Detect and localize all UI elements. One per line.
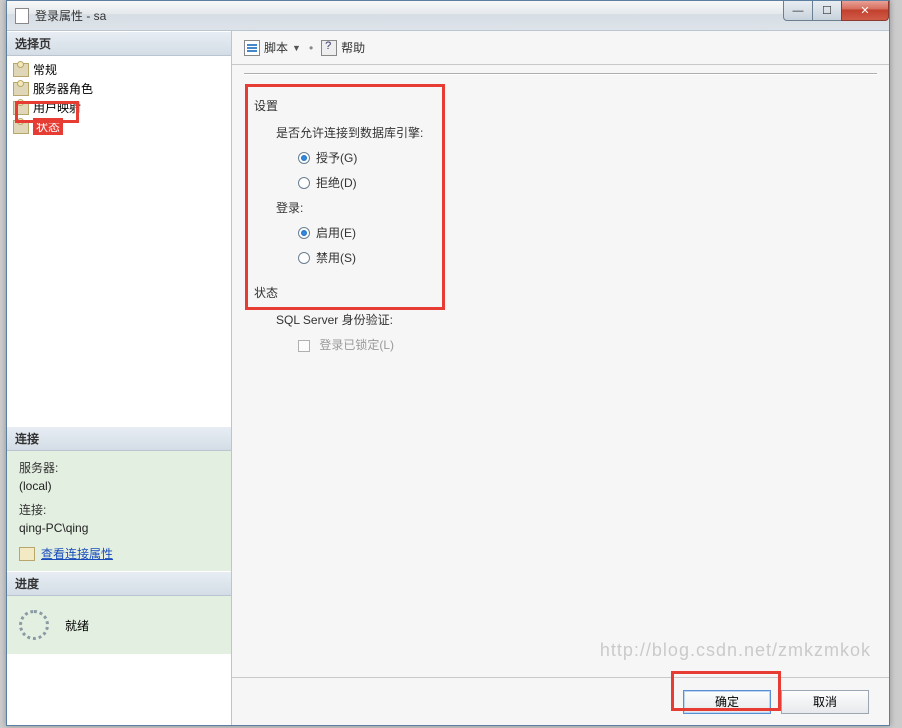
server-icon: [19, 547, 35, 561]
script-label: 脚本: [264, 39, 288, 56]
window-icon: [15, 8, 29, 24]
chevron-down-icon: ▼: [292, 43, 301, 53]
window-controls: — ☐ ✕: [784, 1, 889, 23]
page-icon: [13, 82, 29, 96]
radio-label: 禁用(S): [316, 249, 356, 266]
radio-label: 授予(G): [316, 149, 357, 166]
view-connection-props-link[interactable]: 查看连接属性: [41, 545, 113, 563]
close-button[interactable]: ✕: [841, 1, 889, 21]
sidebar-item-status[interactable]: 状态: [9, 117, 229, 136]
content-toolbar: 脚本 ▼ • 帮助: [232, 31, 889, 65]
page-icon: [13, 120, 29, 134]
login-title: 登录:: [276, 199, 867, 216]
sidebar-item-general[interactable]: 常规: [9, 60, 229, 79]
server-value: (local): [19, 477, 219, 495]
select-page-header: 选择页: [7, 31, 231, 56]
radio-label: 启用(E): [316, 224, 356, 241]
permit-deny-radio[interactable]: 拒绝(D): [298, 174, 867, 191]
login-disable-radio[interactable]: 禁用(S): [298, 249, 867, 266]
radio-icon: [298, 152, 310, 164]
sidebar-item-label: 服务器角色: [33, 80, 93, 97]
page-list: 常规 服务器角色 用户映射 状态: [7, 56, 231, 426]
progress-header: 进度: [7, 571, 231, 596]
sidebar-item-server-roles[interactable]: 服务器角色: [9, 79, 229, 98]
connection-label: 连接:: [19, 501, 219, 519]
script-dropdown[interactable]: 脚本 ▼: [244, 39, 301, 56]
cancel-button[interactable]: 取消: [781, 690, 869, 714]
maximize-button[interactable]: ☐: [812, 1, 842, 21]
locked-checkbox: [298, 340, 310, 352]
page-icon: [13, 63, 29, 77]
settings-title: 设置: [254, 97, 867, 114]
login-properties-window: 登录属性 - sa — ☐ ✕ 选择页 常规 服务器角色 用户映射: [6, 0, 890, 726]
window-title: 登录属性 - sa: [35, 7, 106, 24]
divider: [244, 73, 877, 75]
progress-spinner-icon: [19, 610, 49, 640]
sqlauth-label: SQL Server 身份验证:: [276, 311, 867, 328]
sidebar: 选择页 常规 服务器角色 用户映射 状态 连接: [7, 31, 232, 725]
help-icon: [321, 40, 337, 56]
login-enable-radio[interactable]: 启用(E): [298, 224, 867, 241]
sidebar-item-label: 用户映射: [33, 99, 81, 116]
content-pane: 脚本 ▼ • 帮助 设置 是否允许连接到数据库引擎: 授予(G): [232, 31, 889, 725]
main-split: 选择页 常规 服务器角色 用户映射 状态 连接: [7, 31, 889, 725]
status-title: 状态: [254, 284, 867, 301]
page-icon: [13, 101, 29, 115]
server-label: 服务器:: [19, 459, 219, 477]
help-button[interactable]: 帮助: [321, 39, 365, 56]
permit-label: 是否允许连接到数据库引擎:: [276, 124, 867, 141]
minimize-button[interactable]: —: [783, 1, 813, 21]
connection-section: 服务器: (local) 连接: qing-PC\qing 查看连接属性: [7, 451, 231, 571]
radio-icon: [298, 252, 310, 264]
permit-grant-radio[interactable]: 授予(G): [298, 149, 867, 166]
radio-icon: [298, 227, 310, 239]
locked-label: 登录已锁定(L): [319, 338, 394, 352]
progress-status: 就绪: [65, 617, 89, 634]
sidebar-item-label: 状态: [33, 118, 63, 135]
sidebar-item-label: 常规: [33, 61, 57, 78]
locked-checkbox-row: 登录已锁定(L): [298, 336, 867, 353]
connection-value: qing-PC\qing: [19, 519, 219, 537]
sidebar-item-user-mapping[interactable]: 用户映射: [9, 98, 229, 117]
connection-header: 连接: [7, 426, 231, 451]
radio-icon: [298, 177, 310, 189]
ok-button[interactable]: 确定: [683, 690, 771, 714]
radio-label: 拒绝(D): [316, 174, 357, 191]
progress-section: 就绪: [7, 596, 231, 654]
dialog-footer: 确定 取消: [232, 677, 889, 725]
script-icon: [244, 40, 260, 56]
toolbar-separator: •: [309, 41, 313, 55]
form-area: 设置 是否允许连接到数据库引擎: 授予(G) 拒绝(D) 登录: 启用(E): [232, 83, 889, 677]
help-label: 帮助: [341, 39, 365, 56]
titlebar[interactable]: 登录属性 - sa — ☐ ✕: [7, 1, 889, 31]
